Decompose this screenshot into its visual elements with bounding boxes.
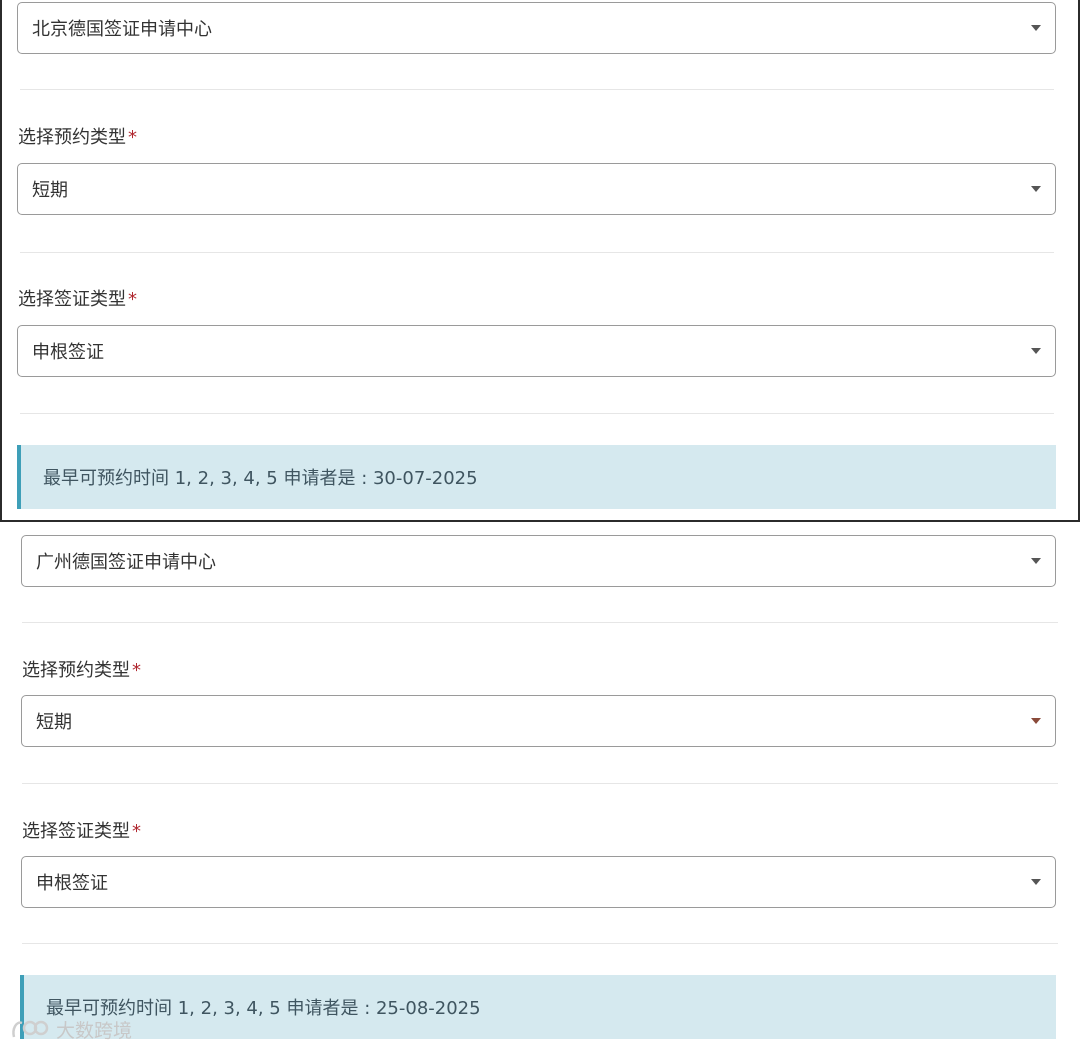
chevron-down-icon [1031, 879, 1041, 885]
appointment-type-value: 短期 [32, 180, 68, 201]
earliest-availability-alert: 最早可预约时间 1, 2, 3, 4, 5 申请者是 : 30-07-2025 [17, 445, 1056, 509]
divider [22, 622, 1058, 623]
logo-icon [10, 1017, 50, 1043]
watermark: 大数跨境 [10, 1016, 132, 1043]
appointment-type-label: 选择预约类型 * [18, 127, 137, 148]
divider [22, 783, 1058, 784]
visa-type-select[interactable]: 申根签证 [17, 325, 1056, 377]
required-mark: * [132, 660, 141, 681]
divider [22, 943, 1058, 944]
visa-type-label: 选择签证类型 * [18, 289, 137, 310]
watermark-text: 大数跨境 [56, 1020, 133, 1042]
earliest-availability-alert: 最早可预约时间 1, 2, 3, 4, 5 申请者是 : 25-08-2025 [20, 975, 1056, 1039]
appointment-form-beijing: 北京德国签证申请中心 选择预约类型 * 短期 选择签证类型 * 申根签证 最早可预约… [0, 0, 1080, 522]
earliest-availability-text: 最早可预约时间 1, 2, 3, 4, 5 申请者是 : 30-07-2025 [43, 468, 478, 489]
chevron-down-icon [1031, 25, 1041, 31]
required-mark: * [128, 289, 137, 310]
visa-center-select[interactable]: 广州德国签证申请中心 [21, 535, 1056, 587]
chevron-down-icon [1031, 718, 1041, 724]
visa-center-value: 北京德国签证申请中心 [32, 19, 212, 40]
appointment-type-label: 选择预约类型 * [22, 660, 141, 681]
divider [20, 252, 1054, 253]
visa-type-value: 申根签证 [32, 342, 104, 363]
appointment-type-select[interactable]: 短期 [17, 163, 1056, 215]
divider [20, 413, 1054, 414]
appointment-type-select[interactable]: 短期 [21, 695, 1056, 747]
appointment-form-guangzhou: 广州德国签证申请中心 选择预约类型 * 短期 选择签证类型 * 申根签证 最早可预约… [0, 522, 1080, 1051]
chevron-down-icon [1031, 348, 1041, 354]
visa-center-select[interactable]: 北京德国签证申请中心 [17, 2, 1056, 54]
chevron-down-icon [1031, 186, 1041, 192]
appointment-type-value: 短期 [36, 712, 72, 733]
visa-type-value: 申根签证 [36, 873, 108, 894]
visa-type-label: 选择签证类型 * [22, 821, 141, 842]
visa-type-select[interactable]: 申根签证 [21, 856, 1056, 908]
required-mark: * [132, 821, 141, 842]
divider [20, 89, 1054, 90]
required-mark: * [128, 127, 137, 148]
chevron-down-icon [1031, 558, 1041, 564]
visa-center-value: 广州德国签证申请中心 [36, 552, 216, 573]
